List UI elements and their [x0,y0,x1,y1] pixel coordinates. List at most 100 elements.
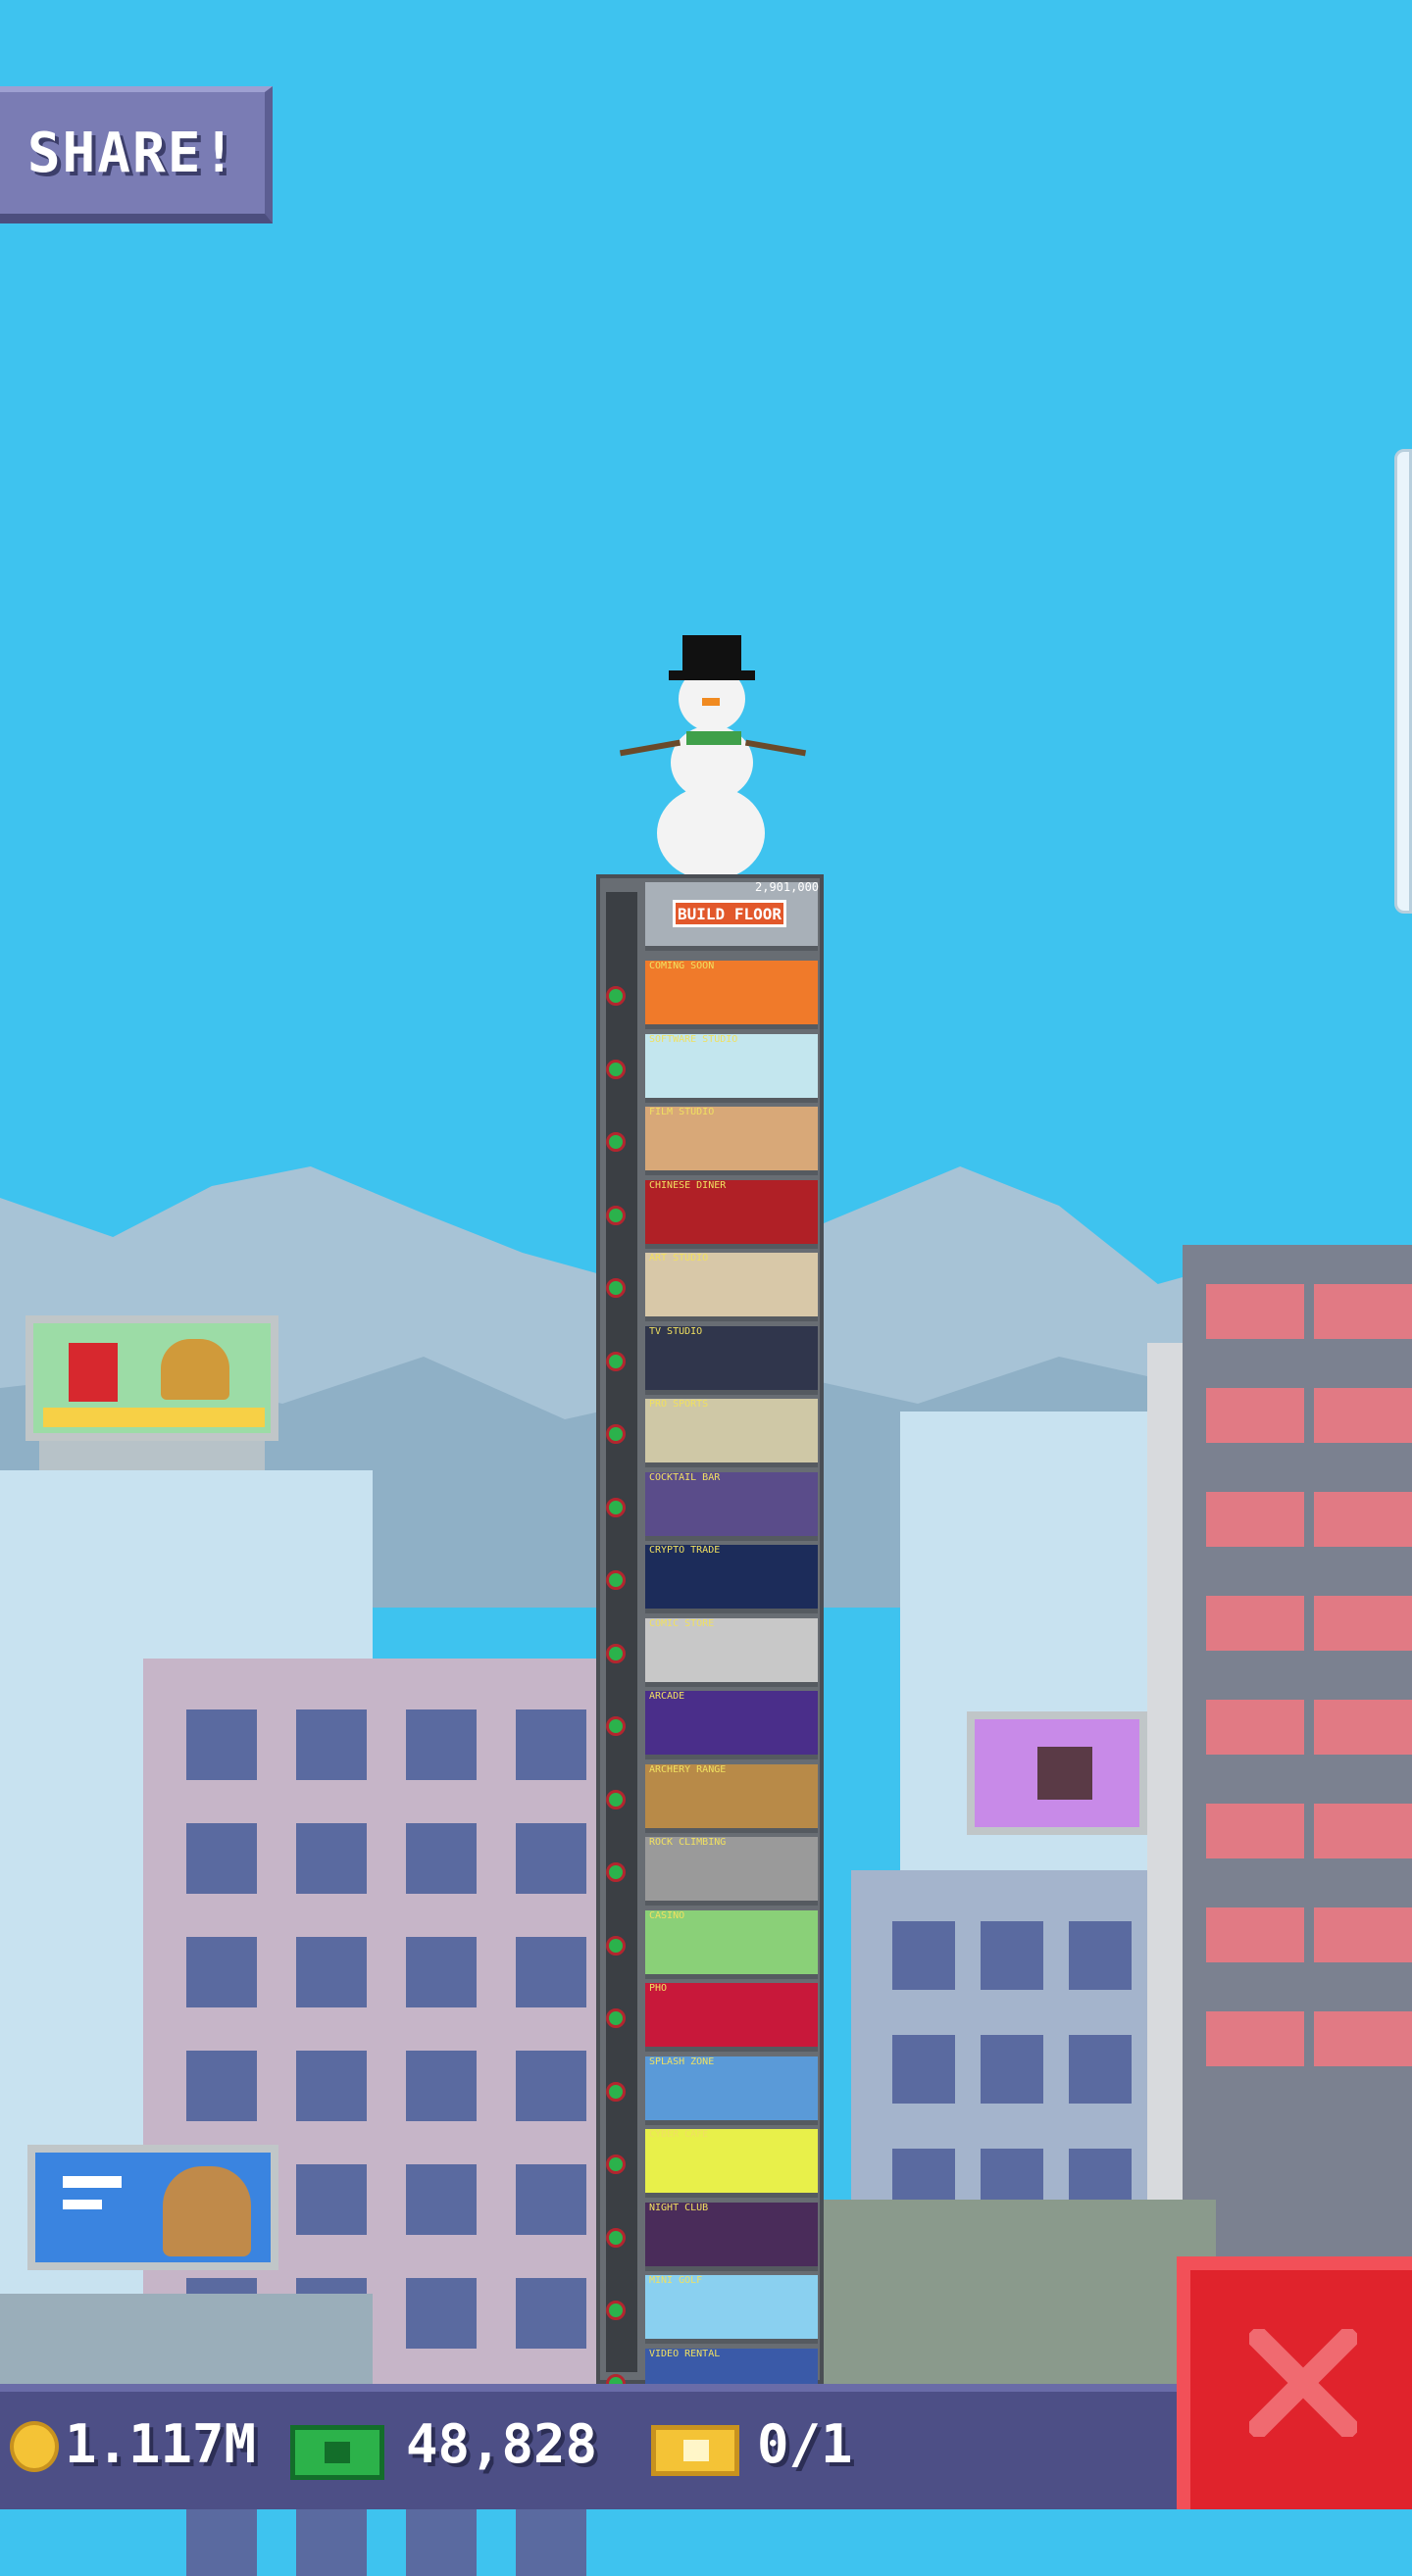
elevator-floor-indicator[interactable] [606,2227,626,2248]
building-window [1314,1700,1412,1755]
elevator-floor-indicator[interactable] [606,1351,626,1371]
tower-floor[interactable]: CRYPTO TRADE [645,1545,818,1613]
elevator-floor-indicator[interactable] [606,1132,626,1152]
elevator-floor-indicator[interactable] [606,1278,626,1298]
building-window [406,2051,477,2121]
elevator-shaft[interactable] [606,892,637,2372]
elevator-floor-indicator[interactable] [606,1716,626,1736]
building-window [406,1823,477,1894]
build-floor-button[interactable]: BUILD FLOOR [673,900,786,927]
tower-floor[interactable]: MINI GOLF [645,2275,818,2344]
elevator-floor-indicator[interactable] [606,1643,626,1663]
building-window [1314,2011,1412,2066]
elevator-floor-indicator[interactable] [606,1862,626,1882]
tower-floor[interactable]: ARCHERY RANGE [645,1763,818,1833]
share-button[interactable]: SHARE! [0,86,273,223]
floor-name: MINI GOLF [649,2275,703,2286]
building-window [1206,1596,1304,1651]
floor-name: COMING SOON [649,961,715,971]
building-window [1069,2035,1132,2104]
floor-name: ROCK CLIMBING [649,1837,727,1848]
elevator-floor-indicator[interactable] [606,1205,626,1225]
building-window [516,1937,586,2007]
building-window [296,2051,367,2121]
elevator-floor-indicator[interactable] [606,986,626,1006]
elevator-floor-indicator[interactable] [606,2301,626,2320]
elevator-floor-indicator[interactable] [606,1570,626,1590]
tower-floor[interactable]: SOFTWARE STUDIO [645,1033,818,1103]
billboard-shopping-bag [967,1711,1147,1835]
elevator-floor-indicator[interactable] [606,1424,626,1444]
build-floor-cost: 2,901,000 [755,880,820,894]
floor-name: NIGHT CLUB [649,2202,709,2213]
tower[interactable]: COMING SOON SOFTWARE STUDIO FILM STUDIO CHI… [596,874,824,2417]
building-window [186,1709,257,1780]
tower-floor[interactable]: ROCK CLIMBING [645,1837,818,1906]
tower-floor[interactable]: CYBER CAFE [645,2129,818,2198]
elevator-floor-indicator[interactable] [606,1497,626,1517]
building-window [516,1823,586,1894]
tower-floor[interactable]: PHO [645,1983,818,2052]
building-window [186,1823,257,1894]
tower-floor[interactable]: CASINO [645,1909,818,1979]
building-window [186,2051,257,2121]
building-window [1206,1907,1304,1962]
elevator-floor-indicator[interactable] [606,1789,626,1809]
floor-name: SOFTWARE STUDIO [649,1033,738,1045]
building-window [892,1921,955,1990]
building-window [406,1709,477,1780]
floor-name: ARCADE [649,1691,685,1702]
tower-floor[interactable]: ARCADE [645,1691,818,1759]
elevator-floor-indicator[interactable] [606,2155,626,2174]
close-button[interactable] [1177,2256,1412,2509]
floor-name: SPLASH ZONE [649,2056,715,2067]
coin-icon [10,2421,59,2472]
building-window [296,2164,367,2235]
building-window [186,1937,257,2007]
floor-name: PHO [649,1983,668,1994]
tower-floor[interactable]: NIGHT CLUB [645,2202,818,2271]
building-window [1206,2011,1304,2066]
tower-floor[interactable]: COMIC STORE [645,1617,818,1687]
building-window [1314,1804,1412,1858]
tower-floor[interactable]: ART STUDIO [645,1253,818,1321]
building-window [1314,1907,1412,1962]
elevator-floor-indicator[interactable] [606,1059,626,1079]
tower-floor[interactable]: PRO SPORTS [645,1399,818,1467]
tower-floor[interactable]: FILM STUDIO [645,1107,818,1175]
floor-name: PRO SPORTS [649,1399,709,1410]
building-window [1314,1284,1412,1339]
bux-value: 48,828 [406,2413,598,2475]
building-window [516,2278,586,2349]
floor-name: CRYPTO TRADE [649,1545,721,1556]
grey-tower-windows [1206,1284,1412,2166]
building-window [406,2505,477,2576]
tower-floor[interactable]: TV STUDIO [645,1325,818,1395]
building-window [406,2164,477,2235]
tower-floor[interactable]: COCKTAIL BAR [645,1471,818,1541]
building-window [406,1937,477,2007]
tower-floor[interactable]: COMING SOON [645,961,818,1029]
floor-name: CYBER CAFE [649,2129,709,2140]
building-window [516,2164,586,2235]
building-window [981,1921,1043,1990]
building-window [516,2505,586,2576]
elevator-floor-indicator[interactable] [606,2081,626,2102]
elevator-floor-indicator[interactable] [606,1935,626,1956]
tower-floor[interactable]: SPLASH ZONE [645,2056,818,2125]
tower-floor[interactable]: CHINESE DINER [645,1179,818,1249]
building-window [981,2035,1043,2104]
building-window [296,1709,367,1780]
coins-value: 1.117M [65,2413,257,2475]
side-panel-tab[interactable] [1394,449,1412,914]
building-window [516,1709,586,1780]
floor-name: ARCHERY RANGE [649,1763,727,1775]
elevator-floor-indicator[interactable] [606,2008,626,2028]
building-window [296,1823,367,1894]
building-window [406,2278,477,2349]
building-window [296,2505,367,2576]
building-window [516,2051,586,2121]
building-window [1206,1700,1304,1755]
building-window [1314,1596,1412,1651]
ticket-icon [651,2425,739,2476]
